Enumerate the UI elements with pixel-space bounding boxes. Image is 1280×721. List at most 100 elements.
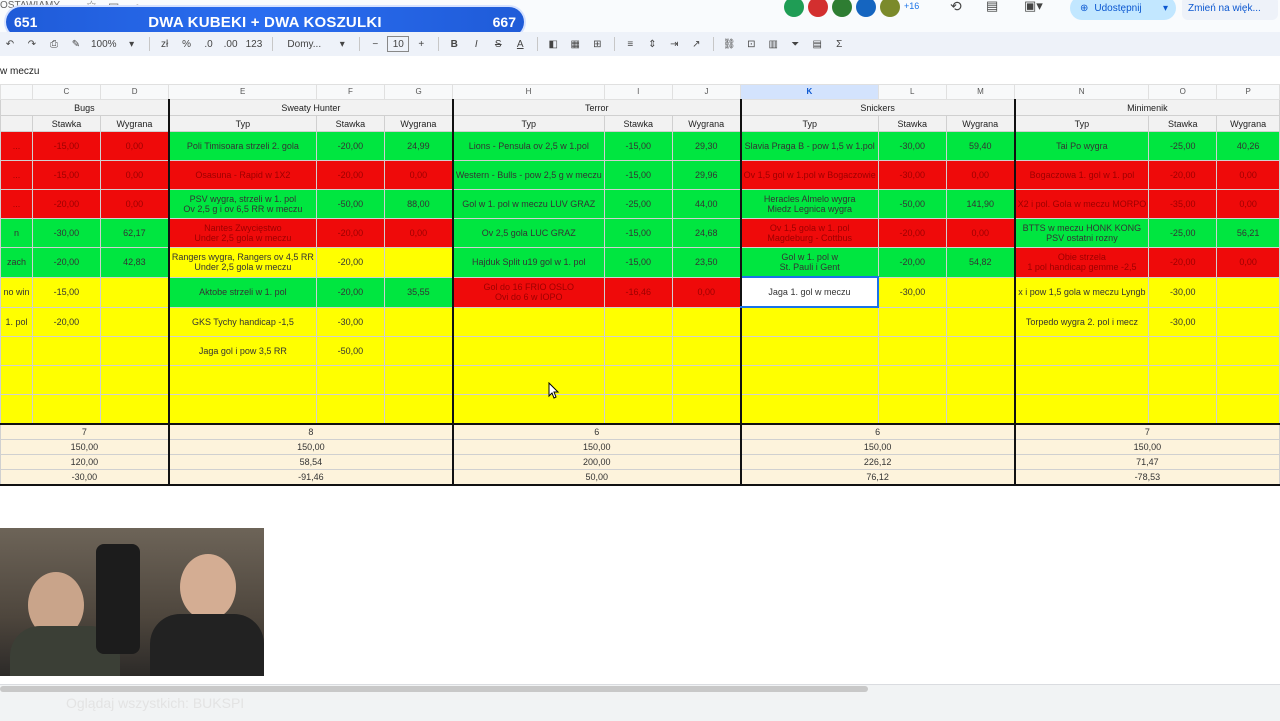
cell[interactable] xyxy=(451,306,605,337)
cell[interactable]: ... xyxy=(0,131,33,161)
cell[interactable]: 88,00 xyxy=(383,189,454,219)
subheader-stawka[interactable]: Stawka xyxy=(315,115,385,132)
italic-button[interactable]: I xyxy=(466,34,486,54)
cell[interactable]: Aktobe strzeli w 1. pol xyxy=(167,276,317,308)
cell[interactable]: 42,83 xyxy=(99,247,170,278)
summary-snickers[interactable]: 76,12 xyxy=(739,469,1016,486)
cell[interactable] xyxy=(739,365,879,395)
summary-snickers[interactable]: 150,00 xyxy=(739,439,1016,455)
cell[interactable]: -30,00 xyxy=(877,131,947,161)
cell[interactable]: -30,00 xyxy=(877,276,947,308)
cell[interactable]: -20,00 xyxy=(31,189,101,219)
column-header[interactable]: L xyxy=(877,84,947,100)
cell[interactable] xyxy=(451,394,605,425)
cell[interactable]: -20,00 xyxy=(315,218,385,248)
functions-button[interactable]: Σ xyxy=(829,34,849,54)
cell[interactable]: -15,00 xyxy=(603,218,673,248)
cell[interactable] xyxy=(31,365,101,395)
cell[interactable]: -20,00 xyxy=(315,247,385,278)
cell[interactable]: 0,00 xyxy=(99,189,170,219)
cell[interactable]: n xyxy=(0,218,33,248)
cell[interactable]: Heracles Almelo wygra Miedz Legnica wygra xyxy=(739,189,879,219)
column-header[interactable]: N xyxy=(1014,84,1150,100)
cell[interactable]: no win xyxy=(0,276,33,308)
cell[interactable]: -20,00 xyxy=(315,160,385,190)
cell[interactable]: -20,00 xyxy=(1148,247,1218,278)
text-color-button[interactable]: A xyxy=(510,34,530,54)
cell[interactable]: -35,00 xyxy=(1148,189,1218,219)
cell[interactable] xyxy=(603,306,673,337)
cell[interactable] xyxy=(1148,336,1218,366)
cell[interactable] xyxy=(383,247,454,278)
column-header[interactable]: O xyxy=(1148,84,1218,100)
cell[interactable] xyxy=(31,336,101,366)
cell[interactable] xyxy=(315,394,385,425)
subheader-typ[interactable]: Typ xyxy=(451,115,605,132)
zoom-select[interactable]: 100% xyxy=(88,34,120,54)
cell[interactable]: 0,00 xyxy=(99,160,170,190)
cell[interactable]: -20,00 xyxy=(31,306,101,337)
cell[interactable] xyxy=(451,365,605,395)
column-header[interactable]: F xyxy=(315,84,385,100)
cell[interactable]: -15,00 xyxy=(31,131,101,161)
subheader-stawka[interactable]: Stawka xyxy=(877,115,947,132)
summary-terror[interactable]: 50,00 xyxy=(451,469,742,486)
summary-sweaty[interactable]: 8 xyxy=(167,423,454,440)
cell[interactable]: -50,00 xyxy=(315,189,385,219)
align-vertical-icon[interactable]: ⇕ xyxy=(642,34,662,54)
cell[interactable]: Obie strzela 1 pol handicap gemme -2,5 xyxy=(1013,247,1150,278)
cell[interactable]: 29,30 xyxy=(671,131,742,161)
font-size-decrease[interactable]: − xyxy=(365,34,385,54)
cell[interactable] xyxy=(0,365,33,395)
cell[interactable] xyxy=(1216,306,1280,337)
insert-comment-icon[interactable]: ⊡ xyxy=(741,34,761,54)
cell[interactable] xyxy=(739,336,879,366)
cell[interactable]: 0,00 xyxy=(1216,247,1280,278)
cell[interactable]: 23,50 xyxy=(671,247,742,278)
cell[interactable]: Hajduk Split u19 gol w 1. pol xyxy=(451,247,605,278)
subheader-typ[interactable]: Typ xyxy=(1013,115,1150,132)
summary-bugs[interactable]: 7 xyxy=(0,423,170,440)
group-bugs[interactable]: Bugs xyxy=(0,99,170,116)
cell[interactable] xyxy=(945,394,1016,425)
cell[interactable]: 0,00 xyxy=(945,160,1016,190)
cell[interactable] xyxy=(99,365,170,395)
avatar[interactable] xyxy=(784,0,804,17)
chevron-down-icon[interactable]: ▾ xyxy=(122,34,142,54)
cell[interactable]: -50,00 xyxy=(315,336,385,366)
cell[interactable]: Gol w 1. pol w St. Pauli i Gent xyxy=(739,247,879,278)
cell[interactable] xyxy=(99,276,170,308)
summary-snickers[interactable]: 226,12 xyxy=(739,454,1016,470)
change-layout-button[interactable]: Zmień na więk... xyxy=(1182,0,1278,20)
cell[interactable]: -20,00 xyxy=(877,247,947,278)
subheader-wygrana[interactable]: Wygrana xyxy=(671,115,742,132)
borders-icon[interactable]: ▦ xyxy=(565,34,585,54)
summary-minimenik[interactable]: 150,00 xyxy=(1013,439,1280,455)
cell[interactable]: -50,00 xyxy=(877,189,947,219)
cell[interactable]: 24,68 xyxy=(671,218,742,248)
cell[interactable]: zach xyxy=(0,247,33,278)
print-icon[interactable]: ⎙ xyxy=(44,34,64,54)
cell[interactable] xyxy=(603,365,673,395)
cell[interactable]: Nantes Zwycięstwo Under 2,5 gola w meczu xyxy=(167,218,317,248)
cell[interactable] xyxy=(31,394,101,425)
cell[interactable]: 1. pol xyxy=(0,306,33,337)
cell[interactable]: x i pow 1,5 gola w meczu Lyngb xyxy=(1013,276,1150,308)
cell[interactable]: Osasuna - Rapid w 1X2 xyxy=(167,160,317,190)
cell[interactable]: Ov 1,5 gola w 1. pol Magdeburg - Cottbus xyxy=(739,218,879,248)
cell[interactable]: 0,00 xyxy=(945,218,1016,248)
summary-terror[interactable]: 6 xyxy=(451,423,742,440)
subheader-typ[interactable]: Typ xyxy=(739,115,879,132)
font-select[interactable]: Domy... xyxy=(278,34,330,54)
font-size-input[interactable]: 10 xyxy=(387,36,410,52)
summary-sweaty[interactable]: -91,46 xyxy=(167,469,454,486)
cell[interactable] xyxy=(603,394,673,425)
avatar[interactable] xyxy=(808,0,828,17)
cell[interactable]: -25,00 xyxy=(603,189,673,219)
cell[interactable]: -20,00 xyxy=(1148,160,1218,190)
summary-minimenik[interactable]: -78,53 xyxy=(1013,469,1280,486)
subheader-stawka[interactable]: Stawka xyxy=(31,115,101,132)
cell[interactable]: 62,17 xyxy=(99,218,170,248)
column-header[interactable]: D xyxy=(99,84,170,100)
cell[interactable] xyxy=(603,336,673,366)
